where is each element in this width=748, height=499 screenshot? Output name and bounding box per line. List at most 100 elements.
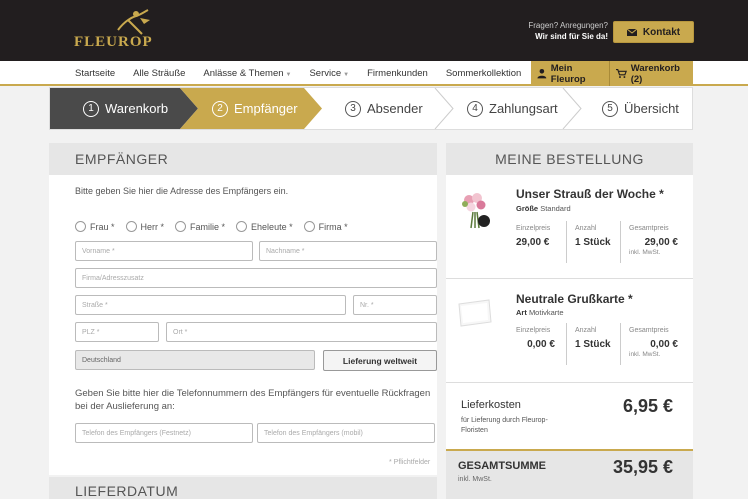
- item-2-total: Gesamtpreis 0,00 € inkl. MwSt.: [620, 323, 678, 365]
- phone-landline-field[interactable]: Telefon des Empfängers (Festnetz): [75, 423, 253, 443]
- radio-frau[interactable]: Frau *: [75, 221, 115, 232]
- item-1-attr-value: Standard: [540, 204, 571, 213]
- tax-note: inkl. MwSt.: [629, 249, 661, 256]
- delivery-cost-sub: für Lieferung durch Fleurop-Floristen: [461, 417, 548, 434]
- total-label: Gesamtpreis: [629, 225, 669, 232]
- help-line-1: Fragen? Anregungen?: [528, 21, 608, 30]
- required-note: * Pflichtfelder: [389, 459, 431, 466]
- radio-label: Eheleute *: [251, 221, 293, 232]
- total-value: 29,00 €: [644, 237, 678, 248]
- main-nav: Startseite Alle Sträuße Anlässe & Themen…: [0, 61, 748, 86]
- total-label: Gesamtpreis: [629, 327, 669, 334]
- recipient-heading: EMPFÄNGER: [49, 143, 437, 175]
- unit-price-label: Einzelpreis: [516, 225, 551, 232]
- greeting-card-image: [458, 299, 492, 327]
- chevron-down-icon: ▼: [285, 72, 292, 78]
- recipient-intro: Bitte geben Sie hier die Adresse des Emp…: [75, 186, 289, 196]
- step-label: Zahlungsart: [489, 101, 558, 116]
- radio-label: Familie *: [190, 221, 226, 232]
- radio-circle[interactable]: [236, 221, 248, 232]
- kontakt-button[interactable]: Kontakt: [613, 21, 694, 43]
- qty-value: 1 Stück: [575, 237, 611, 248]
- radio-label: Herr *: [140, 221, 165, 232]
- step-number: 5: [602, 100, 618, 117]
- street-field[interactable]: Straße *: [75, 295, 346, 315]
- item-2-qty: Anzahl 1 Stück: [566, 323, 620, 365]
- item-2-attr-value: Motivkarte: [528, 308, 564, 317]
- grand-total-box: GESAMTSUMME inkl. MwSt. 35,95 €: [446, 449, 693, 499]
- step-label: Absender: [367, 101, 423, 116]
- radio-eheleute[interactable]: Eheleute *: [236, 221, 293, 232]
- radio-firma[interactable]: Firma *: [303, 221, 348, 232]
- nav-item-anlaesse-label: Anlässe & Themen: [203, 68, 284, 79]
- step-warenkorb[interactable]: 1 Warenkorb: [83, 88, 168, 129]
- salutation-radios: Frau * Herr * Familie * Eheleute * Firma…: [75, 221, 348, 232]
- city-field[interactable]: Ort *: [166, 322, 437, 342]
- item-1-prices: Einzelpreis 29,00 € Anzahl 1 Stück Gesam…: [516, 221, 678, 263]
- grand-total-value: 35,95 €: [612, 457, 673, 477]
- radio-circle[interactable]: [303, 221, 315, 232]
- zip-field[interactable]: PLZ *: [75, 322, 159, 342]
- qty-value: 1 Stück: [575, 339, 611, 350]
- radio-circle[interactable]: [75, 221, 86, 232]
- step-uebersicht: 5 Übersicht: [602, 88, 679, 129]
- item-divider: [446, 278, 693, 279]
- step-empfaenger: 2 Empfänger: [212, 88, 298, 129]
- help-text: Fragen? Anregungen? Wir sind für Sie da!: [528, 20, 608, 42]
- grand-total-sub: inkl. MwSt.: [458, 476, 492, 483]
- nav-item-sommerkollektion[interactable]: Sommerkollektion: [446, 68, 522, 79]
- step-number: 2: [212, 100, 228, 117]
- nav-item-startseite[interactable]: Startseite: [75, 68, 115, 79]
- nav-item-anlaesse[interactable]: Anlässe & Themen ▼: [203, 68, 291, 79]
- firstname-field[interactable]: Vorname *: [75, 241, 253, 261]
- cart-link[interactable]: Warenkorb (2): [609, 61, 693, 86]
- step-label: Warenkorb: [105, 101, 169, 116]
- kontakt-label: Kontakt: [642, 26, 681, 38]
- step-number: 1: [83, 100, 99, 117]
- user-icon: [537, 68, 547, 79]
- item-1-total: Gesamtpreis 29,00 € inkl. MwSt.: [620, 221, 678, 263]
- item-1-attr: Größe Standard: [516, 204, 571, 213]
- country-field: Deutschland: [75, 350, 315, 370]
- step-zahlungsart: 4 Zahlungsart: [467, 88, 558, 129]
- item-1-attr-label: Größe: [516, 204, 539, 213]
- item-2-unit-price: Einzelpreis 0,00 €: [516, 323, 566, 365]
- phone-mobile-field[interactable]: Telefon des Empfängers (mobil): [257, 423, 435, 443]
- radio-circle[interactable]: [125, 221, 137, 232]
- step-number: 4: [467, 100, 483, 117]
- bouquet-image: [462, 193, 490, 229]
- nav-item-service-label: Service: [309, 68, 342, 79]
- item-2-attr: Art Motivkarte: [516, 308, 564, 317]
- envelope-icon: [626, 28, 637, 36]
- item-2-name: Neutrale Grußkarte *: [516, 292, 633, 306]
- checkout-steps: 1 Warenkorb 2 Empfänger 3 Absender 4 Zah…: [49, 87, 693, 130]
- my-fleurop-link[interactable]: Mein Fleurop: [531, 61, 609, 86]
- delivery-date-heading: LIEFERDATUM: [49, 477, 437, 499]
- account-cart-bar: Mein Fleurop Warenkorb (2): [531, 61, 693, 86]
- worldwide-delivery-button[interactable]: Lieferung weltweit: [323, 350, 437, 371]
- nav-item-firmenkunden[interactable]: Firmenkunden: [367, 68, 428, 79]
- my-fleurop-label: Mein Fleurop: [550, 62, 586, 85]
- cart-label: Warenkorb (2): [630, 62, 680, 85]
- nav-item-service[interactable]: Service ▼: [309, 68, 349, 79]
- house-number-field[interactable]: Nr. *: [353, 295, 437, 315]
- help-line-2: Wir sind für Sie da!: [535, 32, 608, 41]
- radio-label: Frau *: [90, 221, 115, 232]
- step-absender: 3 Absender: [345, 88, 423, 129]
- step-label: Empfänger: [234, 101, 298, 116]
- nav-item-alle-straeusse[interactable]: Alle Sträuße: [133, 68, 185, 79]
- qty-label: Anzahl: [575, 225, 597, 232]
- company-field[interactable]: Firma/Adresszusatz: [75, 268, 437, 288]
- phone-instructions: Geben Sie bitte hier die Telefonnummern …: [75, 388, 431, 412]
- radio-circle[interactable]: [175, 221, 187, 232]
- qty-label: Anzahl: [575, 327, 597, 334]
- radio-familie[interactable]: Familie *: [175, 221, 225, 232]
- fleurop-logo[interactable]: FLEUROP: [72, 8, 162, 52]
- item-divider: [446, 382, 693, 383]
- header-bar: FLEUROP Fragen? Anregungen? Wir sind für…: [0, 0, 748, 61]
- step-label: Übersicht: [624, 101, 679, 116]
- lastname-field[interactable]: Nachname *: [259, 241, 437, 261]
- chevron-down-icon: ▼: [343, 72, 350, 78]
- radio-label: Firma *: [318, 221, 348, 232]
- radio-herr[interactable]: Herr *: [125, 221, 165, 232]
